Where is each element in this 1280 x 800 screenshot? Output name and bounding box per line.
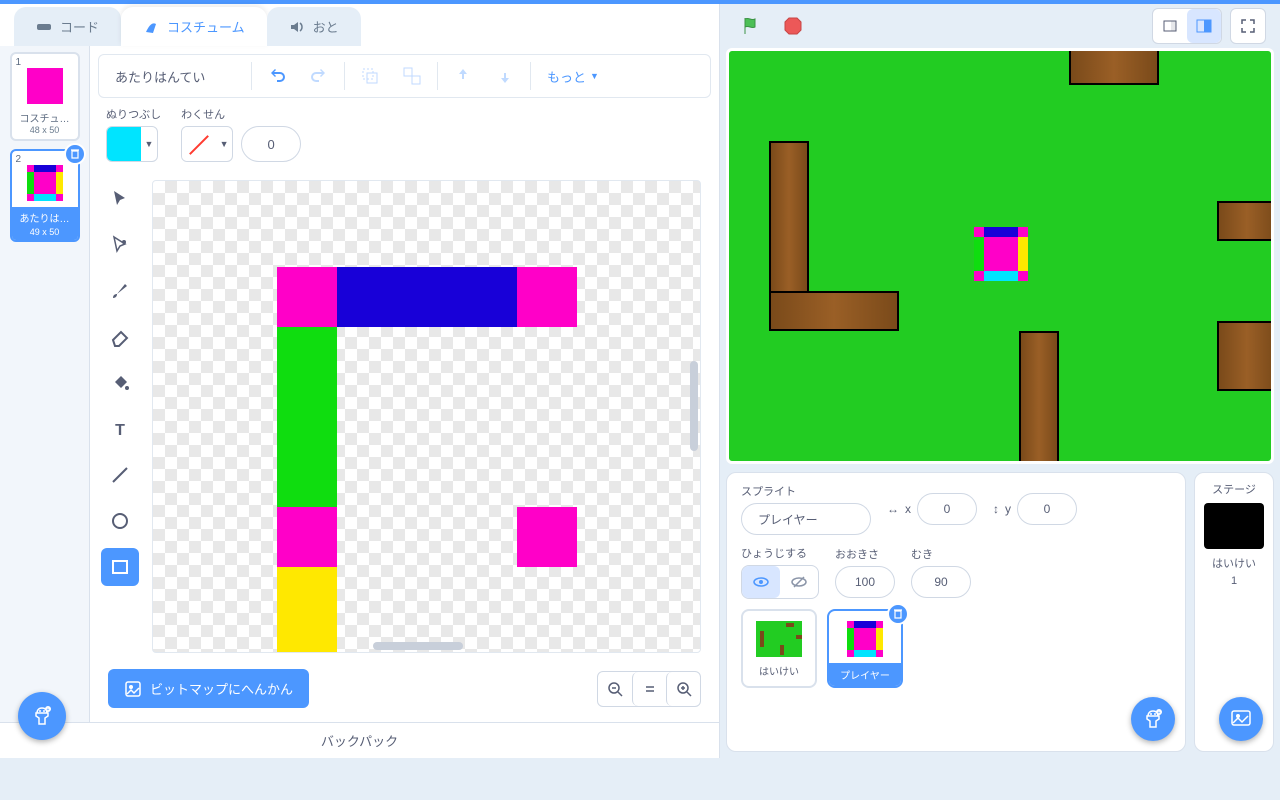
- circle-tool[interactable]: [101, 502, 139, 540]
- costume-item-2[interactable]: 2 あたりは… 49 x 50: [10, 149, 80, 242]
- editor-tabs: コード コスチューム おと: [0, 4, 719, 46]
- group-button[interactable]: [353, 59, 387, 93]
- direction-label: むき: [911, 546, 971, 562]
- reshape-tool[interactable]: [101, 226, 139, 264]
- svg-text:+: +: [47, 707, 50, 713]
- show-visible-button[interactable]: [742, 566, 780, 598]
- sprite-item-label: はいけい: [747, 663, 811, 678]
- eraser-tool[interactable]: [101, 318, 139, 356]
- sprite-name-input[interactable]: [741, 503, 871, 535]
- fill-tool[interactable]: [101, 364, 139, 402]
- backpack[interactable]: バックパック: [0, 722, 719, 758]
- sprite-item-haikei[interactable]: はいけい: [741, 609, 817, 688]
- tab-sounds[interactable]: おと: [267, 7, 361, 46]
- redo-button[interactable]: [302, 59, 336, 93]
- add-costume-fab[interactable]: +: [18, 692, 66, 740]
- costume-name: コスチュ…: [14, 110, 76, 125]
- size-input[interactable]: [835, 566, 895, 598]
- costume-dim: 49 x 50: [12, 224, 78, 240]
- show-label: ひょうじする: [741, 545, 819, 561]
- tab-costumes[interactable]: コスチューム: [121, 7, 267, 46]
- zoom-reset-button[interactable]: [632, 672, 666, 706]
- add-backdrop-fab[interactable]: [1219, 697, 1263, 741]
- show-hidden-button[interactable]: [780, 566, 818, 598]
- delete-sprite-icon[interactable]: [887, 603, 909, 625]
- undo-button[interactable]: [260, 59, 294, 93]
- costume-number: 1: [16, 57, 22, 68]
- select-tool[interactable]: [101, 180, 139, 218]
- line-tool[interactable]: [101, 456, 139, 494]
- size-label: おおきさ: [835, 546, 895, 562]
- more-button[interactable]: もっと ▼: [539, 67, 607, 86]
- convert-bitmap-button[interactable]: ビットマップにへんかん: [108, 669, 309, 708]
- costume-list: 1 コスチュ… 48 x 50 2: [0, 46, 90, 722]
- large-stage-button[interactable]: [1187, 9, 1221, 43]
- add-sprite-fab[interactable]: +: [1131, 697, 1175, 741]
- outline-width-input[interactable]: [241, 126, 301, 162]
- y-arrows-icon: ↕: [993, 502, 999, 516]
- zoom-in-button[interactable]: [666, 672, 700, 706]
- ungroup-button[interactable]: [395, 59, 429, 93]
- x-arrows-icon: ↔: [887, 502, 899, 516]
- brush-tool[interactable]: [101, 272, 139, 310]
- fullscreen-button[interactable]: [1231, 9, 1265, 43]
- tab-code[interactable]: コード: [14, 7, 121, 46]
- sprite-item-player[interactable]: プレイヤー: [827, 609, 903, 688]
- costume-number: 2: [16, 154, 22, 165]
- stage-thumbnail[interactable]: [1204, 503, 1264, 549]
- costume-name-input[interactable]: [103, 61, 243, 92]
- rectangle-tool[interactable]: [101, 548, 139, 586]
- stage-title: ステージ: [1203, 481, 1265, 497]
- sprite-label: スプライト: [741, 483, 871, 499]
- stage[interactable]: [726, 48, 1274, 464]
- costume-name: あたりは…: [12, 207, 78, 228]
- outline-label: わくせん: [181, 106, 225, 122]
- costume-item-1[interactable]: 1 コスチュ… 48 x 50: [10, 52, 80, 141]
- costume-dim: 48 x 50: [14, 125, 76, 135]
- x-input[interactable]: [917, 493, 977, 525]
- backdrop-count: 1: [1203, 575, 1265, 587]
- direction-input[interactable]: [911, 566, 971, 598]
- tool-palette: T: [98, 170, 142, 663]
- sprite-item-label: プレイヤー: [829, 663, 901, 686]
- green-flag-button[interactable]: [734, 9, 768, 43]
- backward-button[interactable]: [488, 59, 522, 93]
- outline-color-button[interactable]: ▼: [181, 126, 233, 162]
- stage-panel: ステージ はいけい 1: [1194, 472, 1274, 752]
- zoom-out-button[interactable]: [598, 672, 632, 706]
- backdrop-label: はいけい: [1203, 555, 1265, 571]
- small-stage-button[interactable]: [1153, 9, 1187, 43]
- text-tool[interactable]: T: [101, 410, 139, 448]
- stop-button[interactable]: [776, 9, 810, 43]
- svg-text:T: T: [115, 422, 125, 439]
- y-input[interactable]: [1017, 493, 1077, 525]
- paint-canvas[interactable]: [152, 180, 701, 653]
- fill-label: ぬりつぶし: [106, 106, 161, 122]
- delete-costume-icon[interactable]: [64, 143, 86, 165]
- svg-text:+: +: [1158, 710, 1161, 716]
- fill-color-button[interactable]: ▼: [106, 126, 158, 162]
- sprite-panel: スプライト ↔ x ↕ y ひょう: [726, 472, 1186, 752]
- forward-button[interactable]: [446, 59, 480, 93]
